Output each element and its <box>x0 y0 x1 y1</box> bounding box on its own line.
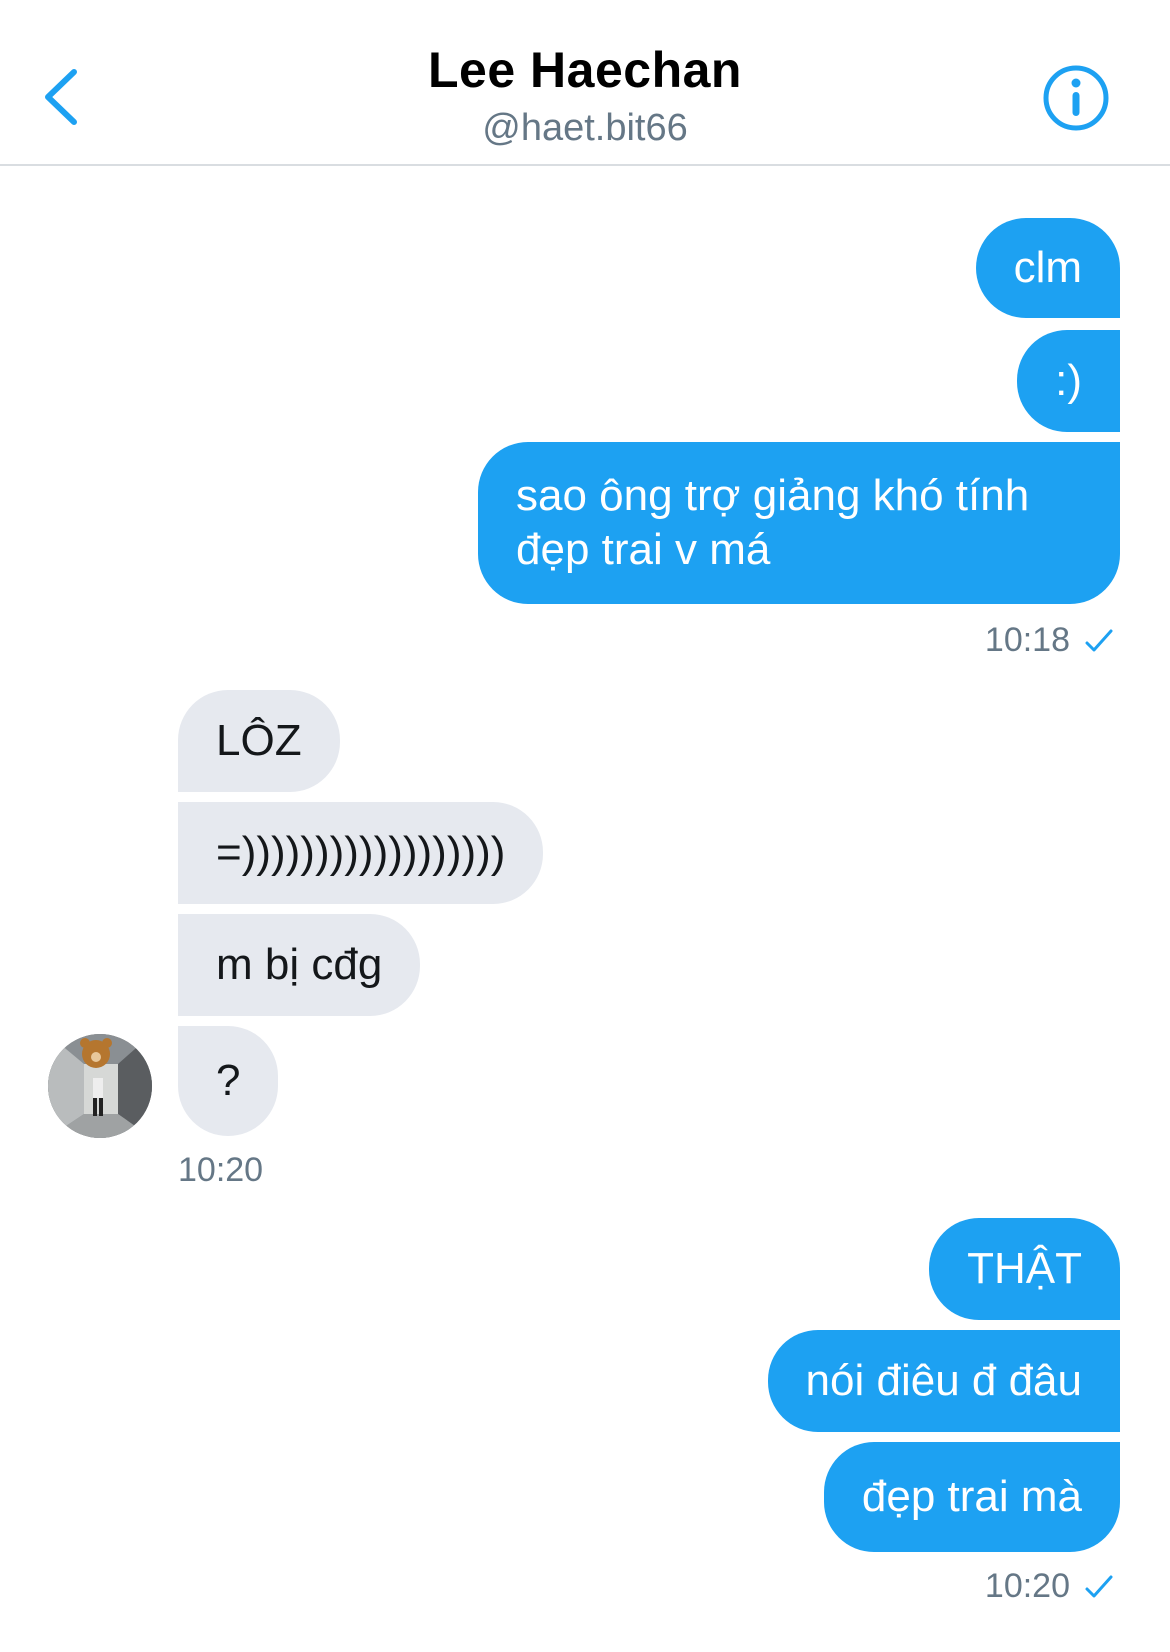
conversation-header: Lee Haechan @haet.bit66 <box>0 0 1170 166</box>
message-timestamp: 10:18 <box>984 621 1070 659</box>
message-text-line: sao ông trợ giảng khó tính <box>516 471 1030 520</box>
received-message[interactable]: =)))))))))))))))))) <box>178 802 544 904</box>
message-text-line: đẹp trai v má <box>516 525 771 574</box>
received-message[interactable]: LÔZ <box>178 690 340 792</box>
message-text: m bị cđg <box>216 940 383 989</box>
message-text: :) <box>1055 356 1082 405</box>
sent-message[interactable]: clm <box>975 218 1120 318</box>
sent-message[interactable]: :) <box>1017 330 1120 432</box>
sent-message[interactable]: nói điêu đ đâu <box>767 1330 1120 1432</box>
message-text: đẹp trai mà <box>861 1472 1082 1521</box>
message-timestamp: 10:20 <box>178 1151 264 1189</box>
contact-handle: @haet.bit66 <box>482 107 688 149</box>
message-timestamp: 10:20 <box>984 1567 1070 1605</box>
sent-message[interactable]: THẬT <box>929 1218 1120 1320</box>
message-text: LÔZ <box>216 716 302 765</box>
contact-avatar[interactable] <box>48 1034 152 1138</box>
message-text: nói điêu đ đâu <box>805 1356 1082 1405</box>
contact-name: Lee Haechan <box>428 42 742 98</box>
sent-message[interactable]: đẹp trai mà <box>823 1442 1120 1552</box>
message-text: ? <box>216 1056 241 1105</box>
message-text: =)))))))))))))))))) <box>216 828 506 877</box>
sent-message[interactable]: sao ông trợ giảng khó tính đẹp trai v má <box>478 442 1120 604</box>
info-icon[interactable] <box>1042 64 1110 132</box>
message-text: clm <box>1013 243 1082 292</box>
received-message[interactable]: m bị cđg <box>178 914 421 1016</box>
sent-check-icon <box>1085 1575 1113 1598</box>
message-text: THẬT <box>967 1244 1082 1293</box>
sent-check-icon <box>1085 629 1113 652</box>
received-message[interactable]: ? <box>178 1026 279 1136</box>
conversation-title-block[interactable]: Lee Haechan @haet.bit66 <box>0 40 1170 152</box>
avatar-photo <box>48 1034 152 1138</box>
